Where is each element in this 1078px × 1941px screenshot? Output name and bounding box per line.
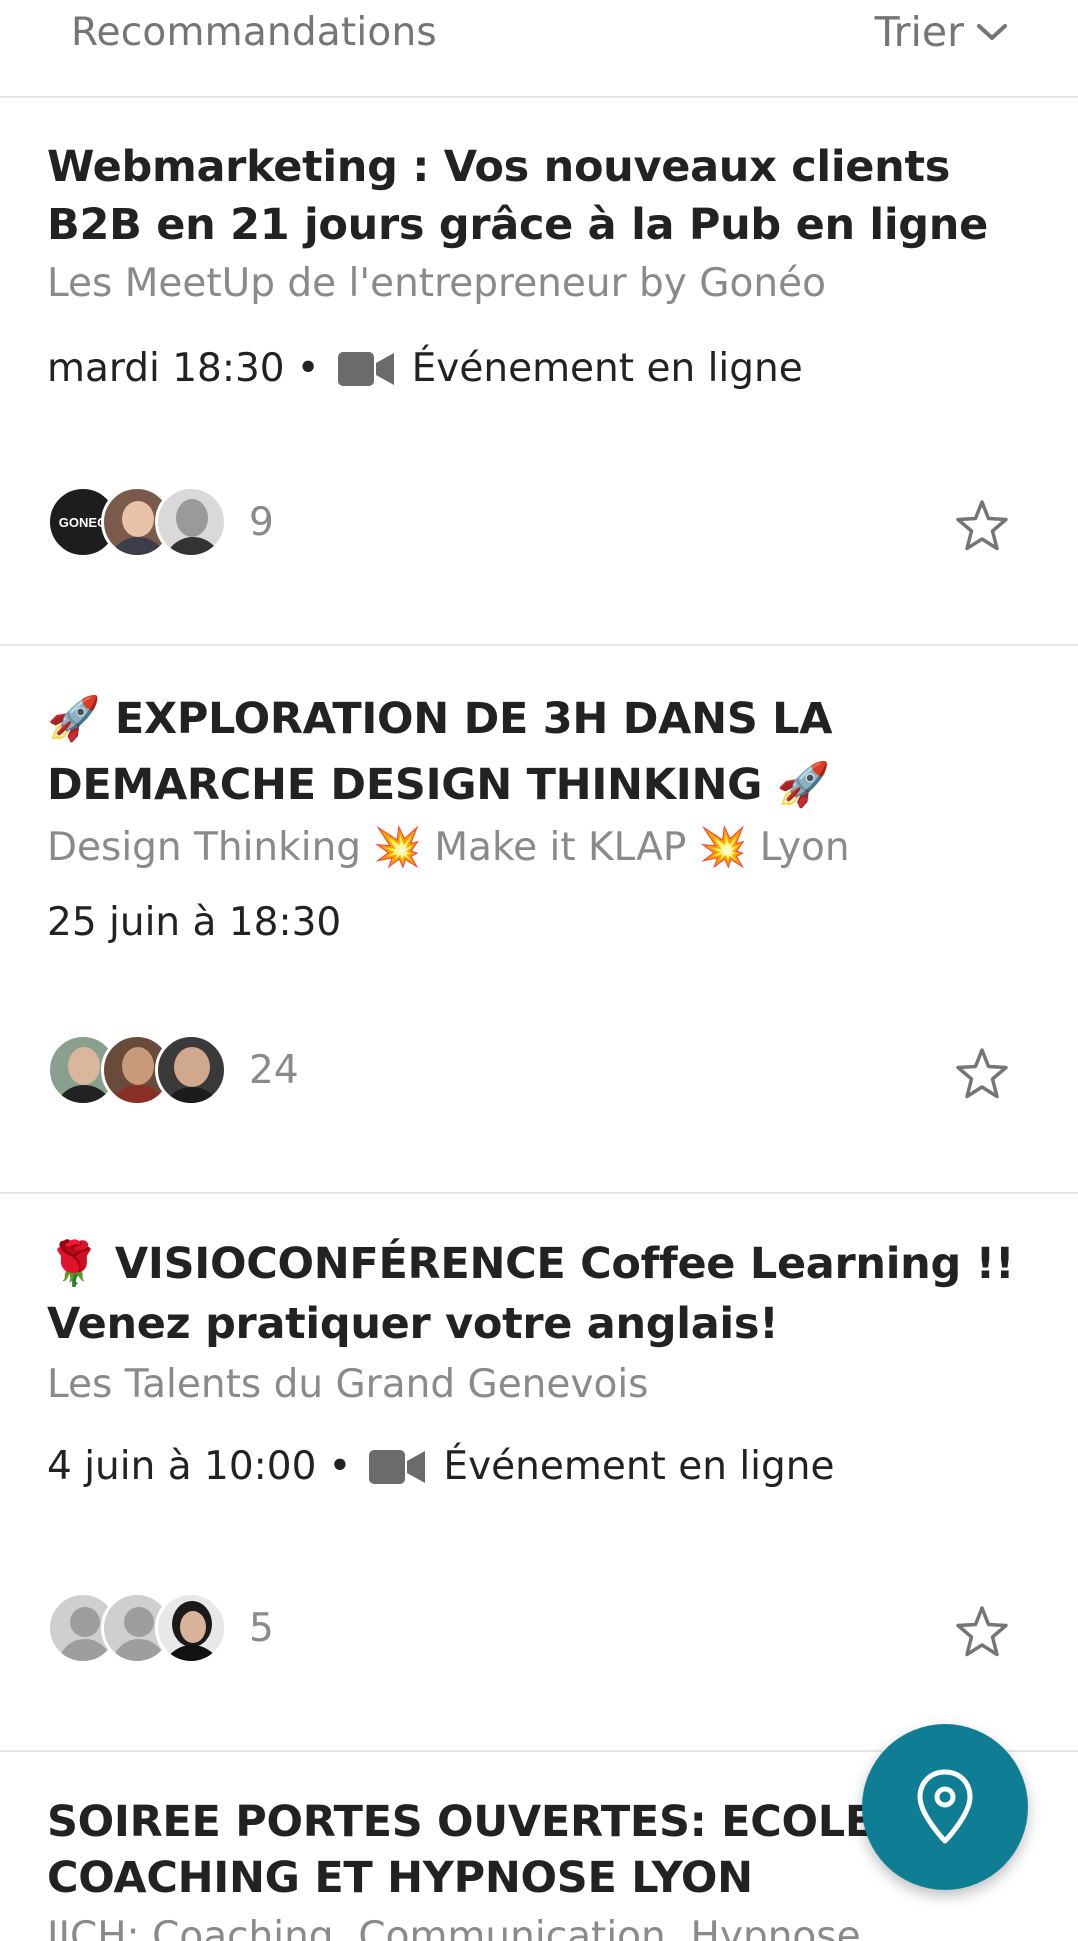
attendee-count: 24: [249, 1047, 299, 1093]
event-datetime: mardi 18:30: [47, 346, 285, 391]
video-camera-icon: [337, 351, 394, 386]
sort-button[interactable]: Trier: [875, 8, 1008, 56]
avatar-logo-text: GONEO: [58, 514, 108, 530]
online-event-label: Événement en ligne: [443, 1444, 835, 1489]
separator: •: [328, 1444, 352, 1489]
event-title: 🌹 VISIOCONFÉRENCE Coffee Learning !! Ven…: [47, 1239, 1015, 1349]
event-meta: 4 juin à 10:00 • Événement en ligne: [47, 1444, 835, 1489]
event-card[interactable]: 🚀 EXPLORATION DE 3H DANS LA DEMARCHE DES…: [0, 646, 1078, 1194]
attendee-count: 5: [249, 1605, 274, 1651]
star-icon[interactable]: [954, 1604, 1010, 1660]
event-title: SOIREE PORTES OUVERTES: ECOLE COACHING E…: [47, 1797, 874, 1903]
star-icon[interactable]: [954, 1046, 1010, 1102]
page-title: Recommandations: [71, 10, 437, 55]
avatar: [155, 486, 227, 558]
event-card[interactable]: Webmarketing : Vos nouveaux clients B2B …: [0, 98, 1078, 646]
event-meta: 25 juin à 18:30: [47, 900, 341, 945]
map-pin-icon: [917, 1769, 973, 1844]
attendee-count: 9: [249, 499, 274, 545]
separator: •: [296, 346, 320, 391]
attendee-avatars[interactable]: 5: [47, 1592, 274, 1664]
event-group: Les MeetUp de l'entrepreneur by Gonéo: [47, 261, 826, 306]
avatar: [155, 1034, 227, 1106]
map-button[interactable]: [862, 1724, 1028, 1890]
event-title: 🚀 EXPLORATION DE 3H DANS LA DEMARCHE DES…: [47, 694, 833, 810]
event-group: Design Thinking 💥 Make it KLAP 💥 Lyon: [47, 825, 850, 870]
event-group: Les Talents du Grand Genevois: [47, 1362, 649, 1407]
sort-label: Trier: [874, 8, 964, 56]
attendee-avatars[interactable]: GONEO 9: [47, 486, 274, 558]
event-card[interactable]: 🌹 VISIOCONFÉRENCE Coffee Learning !! Ven…: [0, 1194, 1078, 1752]
event-datetime: 4 juin à 10:00: [47, 1444, 317, 1489]
event-title: Webmarketing : Vos nouveaux clients B2B …: [47, 142, 988, 250]
video-camera-icon: [369, 1449, 426, 1484]
star-icon[interactable]: [954, 498, 1010, 554]
avatar: [155, 1592, 227, 1664]
event-datetime: 25 juin à 18:30: [47, 900, 342, 945]
event-group: IICH: Coaching, Communication, Hypnose: [47, 1914, 861, 1941]
event-meta: mardi 18:30 • Événement en ligne: [47, 346, 803, 391]
online-event-label: Événement en ligne: [411, 346, 803, 391]
list-header: Recommandations Trier: [0, 0, 1078, 98]
attendee-avatars[interactable]: 24: [47, 1034, 299, 1106]
chevron-down-icon: [977, 24, 1007, 40]
